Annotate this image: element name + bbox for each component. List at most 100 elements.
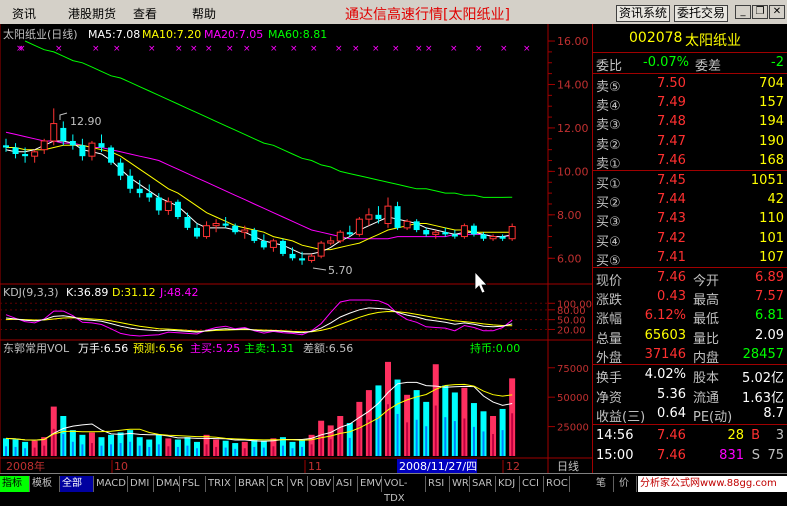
fund-value: 5.36 [657, 386, 686, 402]
tab-trix[interactable]: TRIX [206, 476, 236, 492]
candle-up [203, 225, 211, 238]
tab-brar[interactable]: BRAR [236, 476, 268, 492]
tab-sar[interactable]: SAR [470, 476, 496, 492]
tab-vr[interactable]: VR [288, 476, 308, 492]
info-system-button[interactable]: 资讯系统 [616, 5, 670, 22]
candle-up [355, 218, 363, 235]
kline-chart[interactable]: 16.00 14.00 12.00 10.00 8.00 6.00 100.0080.00… [0, 24, 592, 473]
info-mark-icon: × [148, 44, 156, 54]
sell-volume: 194 [759, 114, 784, 130]
vol-inner-bar [329, 439, 332, 456]
vol-inner-bar [224, 447, 227, 456]
tab-rsi[interactable]: RSI [426, 476, 450, 492]
stat-label: 最高 [693, 293, 720, 309]
tick-direction: B [751, 428, 760, 443]
buy-label: 买④ [596, 234, 621, 250]
holding-label: 持币:0.00 [470, 341, 520, 355]
trade-button[interactable]: 委托交易 [674, 5, 728, 22]
info-mark-icon: × [475, 44, 483, 54]
vol-wanshou: 万手:6.56 [78, 341, 128, 355]
fund-label: 股本 [693, 371, 720, 386]
menu-news[interactable]: 资讯 [12, 5, 36, 22]
tab-全部[interactable]: 全部 [60, 476, 94, 492]
ma10-label: MA10:7.20 [142, 28, 201, 41]
kdj-tick-label: 20.00 [557, 325, 586, 336]
vol-inner-bar [196, 448, 198, 456]
tab-模板[interactable]: 模板 [30, 476, 60, 492]
vol-inner-bar [234, 448, 237, 456]
stat-value: 6.81 [755, 308, 784, 324]
tab-cr[interactable]: CR [268, 476, 288, 492]
period-label[interactable]: 日线 [557, 459, 579, 473]
price-tick-label: 8.00 [557, 209, 582, 222]
tab-asi[interactable]: ASI [334, 476, 358, 492]
candle-down [251, 230, 258, 241]
info-mark-icon: × [175, 44, 183, 54]
vol-inner-bar [157, 444, 160, 456]
stat-label: 现价 [596, 274, 623, 289]
info-mark-icon: × [500, 44, 508, 54]
menu-hk-futures[interactable]: 港股期货 [68, 5, 116, 22]
tab-dmi[interactable]: DMI [128, 476, 154, 492]
vol-inner-bar [511, 413, 514, 456]
tab-trades[interactable]: 笔 [594, 476, 614, 492]
tick-volume: 831 [719, 447, 744, 463]
tab-macd[interactable]: MACD [94, 476, 128, 492]
sell-price: 7.46 [657, 152, 686, 168]
stat-label: 涨跌 [596, 293, 623, 309]
stat-row: 涨幅 6.12% 最低 6.81 [593, 306, 787, 327]
stat-row: 总量 65603 量比 2.09 [593, 326, 787, 347]
close-icon[interactable]: ✕ [769, 5, 785, 19]
tab-wr[interactable]: WR [450, 476, 470, 492]
stat-row: 涨跌 0.43 最高 7.57 [593, 287, 787, 309]
info-mark-icon: × [310, 44, 318, 54]
vol-inner-bar [482, 431, 485, 456]
stat-label: 外盘 [596, 350, 623, 366]
sell-label: 卖⑤ [596, 80, 621, 95]
restore-icon[interactable]: ❐ [752, 5, 768, 19]
sell-label: 卖② [596, 137, 621, 153]
tab-dma[interactable]: DMA [154, 476, 180, 492]
tab-cci[interactable]: CCI [520, 476, 544, 492]
menu-help[interactable]: 帮助 [192, 5, 216, 22]
buy-row: 买① 7.45 1051 [593, 171, 787, 192]
candle-up [336, 231, 344, 242]
candle-up [241, 229, 249, 233]
vol-inner-bar [110, 444, 113, 456]
vol-inner-bar [492, 434, 495, 456]
weibi-label: 委比 [596, 59, 623, 74]
candle-down [3, 145, 9, 148]
tab-price[interactable]: 价 [617, 476, 637, 492]
fund-value: 0.64 [657, 406, 686, 421]
menu-view[interactable]: 查看 [133, 5, 157, 22]
vol-inner-bar [406, 422, 409, 456]
vol-name: 东郭常用VOL [3, 342, 70, 355]
info-mark-icon: × [352, 44, 360, 54]
minimize-icon[interactable]: _ [735, 5, 751, 19]
vol-inner-bar [33, 447, 36, 456]
tab-roc[interactable]: ROC [544, 476, 570, 492]
stock-header: 002078 太阳纸业 [593, 28, 787, 50]
buy-volume: 107 [759, 249, 784, 265]
stat-value: 7.57 [755, 289, 784, 305]
tab-kdj[interactable]: KDJ [496, 476, 520, 492]
vol-inner-bar [272, 446, 275, 456]
candle-down [499, 236, 506, 239]
candle-down [127, 175, 134, 189]
tab-emv[interactable]: EMV [358, 476, 382, 492]
tab-fsl[interactable]: FSL [180, 476, 206, 492]
vol-mainsell: 主卖:1.31 [244, 342, 294, 355]
candle-up [164, 201, 172, 211]
tab-obv[interactable]: OBV [308, 476, 334, 492]
candle-down [184, 217, 191, 228]
tab-指标[interactable]: 指标 [0, 476, 30, 492]
buy-row: 买⑤ 7.41 107 [593, 248, 787, 269]
ma60-label: MA60:8.81 [268, 28, 327, 41]
candle-up [384, 205, 392, 225]
vol-inner-bar [387, 404, 389, 456]
candle-up [212, 223, 220, 227]
date-label-12: 12 [506, 460, 520, 473]
tab-vol-tdx[interactable]: VOL-TDX [382, 476, 426, 504]
vol-inner-bar [24, 448, 27, 456]
vol-tick-label: 75000 [557, 364, 589, 375]
